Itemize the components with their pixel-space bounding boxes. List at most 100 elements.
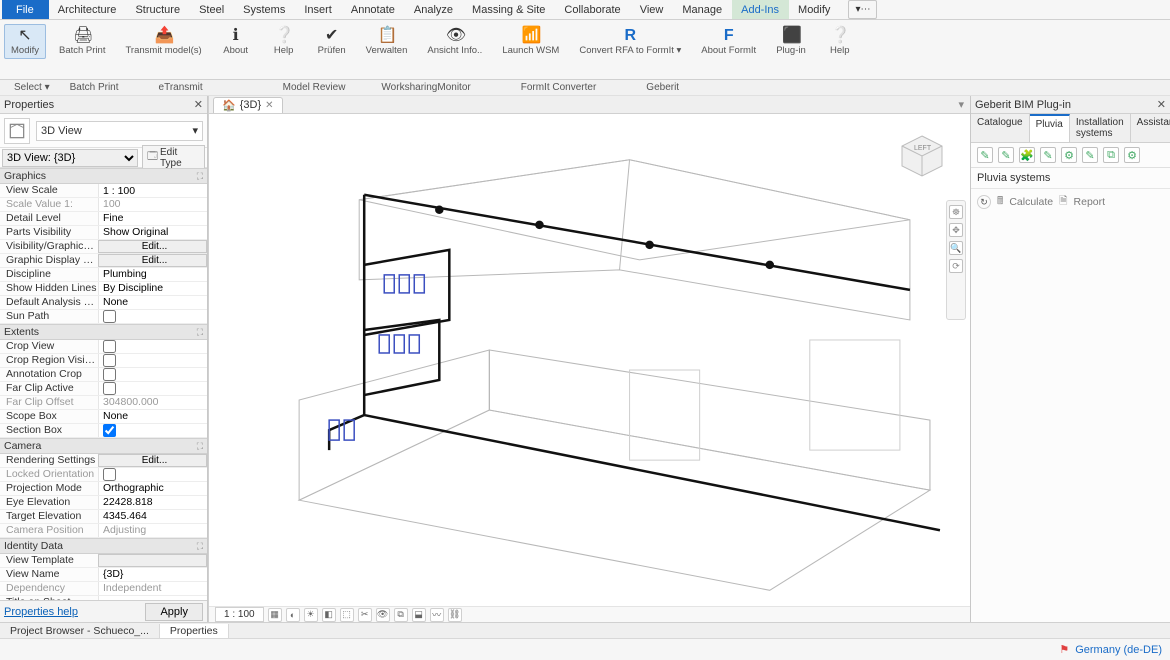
prop-checkbox[interactable] (103, 382, 116, 395)
prop-checkbox[interactable] (103, 368, 116, 381)
prop-value[interactable]: 304800.000 (98, 396, 207, 409)
prop-value[interactable]: 4345.464 (98, 510, 207, 523)
geberit-tab-pluvia[interactable]: Pluvia (1030, 114, 1070, 142)
tab-view[interactable]: View (631, 0, 674, 19)
type-selector[interactable]: 3D View ▾ (36, 121, 203, 141)
tab-modify[interactable]: Modify (789, 0, 840, 19)
close-icon[interactable]: ✕ (265, 100, 273, 111)
tab-analyze[interactable]: Analyze (405, 0, 463, 19)
ribbon-verwalten[interactable]: 📋 Verwalten (359, 24, 415, 59)
vc-detail-icon[interactable]: ▦ (268, 608, 282, 622)
vc-analytic-icon[interactable]: 〰 (430, 608, 444, 622)
vc-render-icon[interactable]: ⬚ (340, 608, 354, 622)
g-tool-5-icon[interactable]: ⚙ (1061, 147, 1077, 163)
bottom-tab-project-browser[interactable]: Project Browser - Schueco_... (0, 624, 160, 638)
g-tool-7-icon[interactable]: ⧉ (1103, 147, 1119, 163)
vc-crop-icon[interactable]: ✂ (358, 608, 372, 622)
vc-constraints-icon[interactable]: ⛓ (448, 608, 462, 622)
prop-value[interactable]: Show Original (98, 226, 207, 239)
view-scale[interactable]: 1 : 100 (215, 607, 264, 622)
prop-value[interactable]: None (98, 296, 207, 309)
g-tool-1-icon[interactable]: ✎ (977, 147, 993, 163)
ribbon-formit-about[interactable]: F About FormIt (694, 24, 763, 59)
geberit-tab-install[interactable]: Installation systems (1070, 114, 1131, 142)
vc-sun-icon[interactable]: ☀ (304, 608, 318, 622)
prop-checkbox[interactable] (103, 424, 116, 437)
vc-visual-icon[interactable]: ◐ (286, 608, 300, 622)
prop-value[interactable]: None (98, 410, 207, 423)
apply-button[interactable]: Apply (145, 603, 203, 621)
orbit-icon[interactable]: ⟳ (949, 259, 963, 273)
steering-wheel-icon[interactable]: ☸ (949, 205, 963, 219)
prop-text-input[interactable] (103, 184, 207, 197)
prop-value[interactable]: By Discipline (98, 282, 207, 295)
tab-addins[interactable]: Add-Ins (732, 0, 789, 19)
tab-massing[interactable]: Massing & Site (463, 0, 555, 19)
prop-value[interactable]: 22428.818 (98, 496, 207, 509)
view-tabs-dropdown[interactable]: ▾ (958, 98, 970, 111)
ribbon-about[interactable]: ℹ About (215, 24, 257, 59)
prop-group-camera[interactable]: Camera⛶ (0, 438, 207, 454)
tab-file[interactable]: File (2, 0, 49, 19)
prop-edit-button[interactable]: Edit... (98, 240, 207, 253)
prop-value[interactable]: Plumbing (98, 268, 207, 281)
prop-group-identity-data[interactable]: Identity Data⛶ (0, 538, 207, 554)
tab-overflow[interactable]: ▾⋯ (848, 0, 877, 19)
ribbon-ansicht[interactable]: 👁 Ansicht Info.. (420, 24, 489, 59)
ribbon-wsm[interactable]: 📶 Launch WSM (495, 24, 566, 59)
prop-checkbox[interactable] (103, 468, 116, 481)
ribbon-batchprint[interactable]: 🖨 Batch Print (52, 24, 112, 59)
prop-value[interactable]: {3D} (98, 568, 207, 581)
prop-value[interactable]: Orthographic (98, 482, 207, 495)
prop-group-extents[interactable]: Extents⛶ (0, 324, 207, 340)
tab-collaborate[interactable]: Collaborate (555, 0, 630, 19)
zoom-icon[interactable]: 🔍 (949, 241, 963, 255)
prop-value[interactable]: Adjusting (98, 524, 207, 537)
bottom-tab-properties[interactable]: Properties (160, 624, 229, 638)
prop-value[interactable]: Fine (98, 212, 207, 225)
tab-architecture[interactable]: Architecture (49, 0, 127, 19)
properties-header[interactable]: Properties ✕ (0, 96, 207, 114)
view-canvas[interactable]: LEFT ☸ ✥ 🔍 ⟳ (209, 114, 970, 606)
g-tool-4-icon[interactable]: ✎ (1040, 147, 1056, 163)
properties-help-link[interactable]: Properties help (4, 606, 78, 618)
edit-type-button[interactable]: 🗔 Edit Type (142, 145, 205, 171)
vc-reveal-icon[interactable]: ⧉ (394, 608, 408, 622)
ribbon-pruefen[interactable]: ✔ Prüfen (311, 24, 353, 59)
pan-icon[interactable]: ✥ (949, 223, 963, 237)
prop-value[interactable]: Independent (98, 582, 207, 595)
panel-select[interactable]: Select ▾ (4, 82, 60, 93)
view-tab-3d[interactable]: 🏠 {3D} ✕ (213, 97, 283, 113)
vc-shadow-icon[interactable]: ◧ (322, 608, 336, 622)
tab-steel[interactable]: Steel (190, 0, 234, 19)
g-tool-3-icon[interactable]: 🧩 (1019, 147, 1035, 163)
tab-annotate[interactable]: Annotate (342, 0, 405, 19)
geberit-calculate[interactable]: Calculate (1009, 196, 1053, 208)
status-region[interactable]: Germany (de-DE) (1075, 644, 1162, 656)
tab-systems[interactable]: Systems (234, 0, 295, 19)
prop-edit-button[interactable] (98, 554, 207, 567)
geberit-report[interactable]: Report (1074, 196, 1106, 208)
vc-temp-icon[interactable]: ⬓ (412, 608, 426, 622)
close-icon[interactable]: ✕ (194, 98, 203, 111)
geberit-header[interactable]: Geberit BIM Plug-in ✕ (971, 96, 1170, 114)
g-tool-2-icon[interactable]: ✎ (998, 147, 1014, 163)
g-tool-6-icon[interactable]: ✎ (1082, 147, 1098, 163)
prop-edit-button[interactable]: Edit... (98, 454, 207, 467)
ribbon-help[interactable]: ❔ Help (263, 24, 305, 59)
navigation-bar[interactable]: ☸ ✥ 🔍 ⟳ (946, 200, 966, 320)
g-tool-8-icon[interactable]: ⚙ (1124, 147, 1140, 163)
close-icon[interactable]: ✕ (1157, 98, 1166, 111)
prop-checkbox[interactable] (103, 310, 116, 323)
tab-manage[interactable]: Manage (673, 0, 732, 19)
geberit-tab-catalogue[interactable]: Catalogue (971, 114, 1030, 142)
refresh-icon[interactable]: ↻ (977, 195, 991, 209)
ribbon-modify[interactable]: ↖ Modify (4, 24, 46, 59)
ribbon-transmit[interactable]: 📤 Transmit model(s) (118, 24, 208, 59)
prop-checkbox[interactable] (103, 354, 116, 367)
prop-value[interactable]: 100 (98, 198, 207, 211)
ribbon-formit-convert[interactable]: R Convert RFA to FormIt ▾ (572, 24, 688, 59)
prop-edit-button[interactable]: Edit... (98, 254, 207, 267)
geberit-tab-assistants[interactable]: Assistants (1131, 114, 1170, 142)
instance-selector[interactable]: 3D View: {3D} (2, 149, 138, 167)
